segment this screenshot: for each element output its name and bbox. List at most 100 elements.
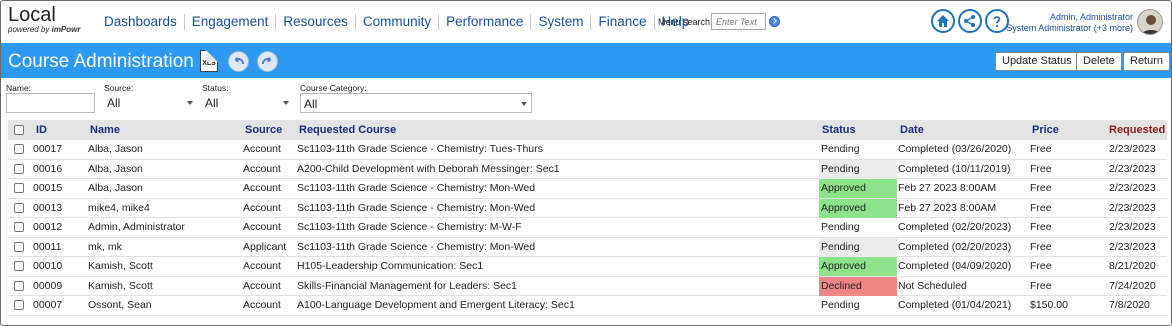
logo-brand: imPowr: [51, 25, 81, 34]
cell-date: Completed (03/26/2020): [898, 143, 1012, 155]
top-nav: Local powered by imPowr Dashboards Engag…: [1, 1, 1171, 43]
table-row[interactable]: 00013 mike4, mike4 Account Sc1103-11th Grad…: [8, 198, 1167, 218]
cell-date: Completed (10/11/2019): [898, 162, 1011, 175]
menu-item-system[interactable]: System: [531, 14, 592, 30]
logo-tagline-prefix: powered by: [8, 25, 52, 34]
table-row[interactable]: 00016 Alba, Jason Account A200-Child Develo…: [8, 159, 1167, 179]
cell-id: 00013: [33, 201, 63, 214]
col-header-status[interactable]: Status: [822, 124, 856, 136]
row-checkbox[interactable]: [14, 144, 24, 154]
category-filter-value: All: [304, 97, 318, 111]
cell-source: Account: [243, 279, 281, 292]
avatar[interactable]: [1137, 9, 1163, 35]
name-filter-input[interactable]: [6, 93, 95, 113]
category-filter-label: Course Category:: [300, 83, 367, 93]
cell-requested: 2/23/2023: [1109, 182, 1156, 194]
cell-id: 00011: [33, 240, 62, 253]
row-checkbox[interactable]: [14, 222, 24, 232]
row-checkbox[interactable]: [14, 300, 24, 310]
select-all-checkbox[interactable]: [14, 125, 24, 135]
menu-item-engagement[interactable]: Engagement: [185, 14, 277, 30]
table-row[interactable]: 00017 Alba, Jason Account Sc1103-11th Grade…: [8, 140, 1167, 160]
cell-course: Sc1103-11th Grade Science - Chemistry: M…: [297, 240, 536, 253]
col-header-id[interactable]: ID: [36, 124, 47, 136]
cell-name: Alba, Jason: [88, 162, 143, 175]
menu-item-community[interactable]: Community: [356, 14, 440, 30]
status-badge: Declined: [819, 276, 897, 296]
xls-label: XLS: [202, 60, 216, 67]
return-button[interactable]: Return: [1123, 52, 1171, 71]
chevron-down-icon: [187, 101, 193, 105]
cell-id: 00015: [33, 182, 63, 194]
user-role: System Administrator (+3 more): [1006, 23, 1133, 33]
col-header-course[interactable]: Requested Course: [299, 124, 396, 136]
cell-course: Sc1103-11th Grade Science - Chemistry: M…: [297, 201, 536, 214]
table-row[interactable]: 00011 mk, mk Applicant Sc1103-11th Grade Sc…: [8, 237, 1167, 257]
table-row[interactable]: 00007 Ossont, Sean Account A100-Language De…: [8, 296, 1167, 316]
update-status-button[interactable]: Update Status: [995, 52, 1079, 71]
row-checkbox[interactable]: [14, 183, 24, 193]
cell-name: Ossont, Sean: [88, 299, 152, 311]
delete-button[interactable]: Delete: [1076, 52, 1122, 71]
col-header-source[interactable]: Source: [245, 124, 282, 136]
cell-course: A200-Child Development with Deborah Mess…: [297, 162, 560, 175]
status-badge: Pending: [819, 159, 897, 179]
cell-name: Kamish, Scott: [88, 279, 153, 292]
row-checkbox[interactable]: [14, 202, 24, 213]
user-info[interactable]: Admin, Administrator System Administrato…: [1006, 12, 1133, 34]
table-row[interactable]: 00015 Alba, Jason Account Sc1103-11th Grade…: [8, 179, 1167, 199]
category-filter-select[interactable]: All: [300, 93, 532, 113]
table-row[interactable]: 00009 Kamish, Scott Account Skills-Financia…: [8, 276, 1167, 296]
col-header-date[interactable]: Date: [900, 124, 924, 136]
refresh-icon[interactable]: [257, 51, 278, 72]
col-header-requested[interactable]: Requested: [1109, 124, 1165, 136]
menu-item-performance[interactable]: Performance: [439, 14, 532, 30]
cell-price: Free: [1030, 221, 1052, 233]
row-checkbox[interactable]: [14, 163, 24, 174]
col-header-name[interactable]: Name: [90, 124, 120, 136]
cell-source: Account: [243, 299, 281, 311]
cell-price: $150.00: [1030, 299, 1068, 311]
search-go-icon[interactable]: [769, 16, 780, 27]
share-icon[interactable]: [958, 9, 982, 33]
cell-course: Skills-Financial Management for Leaders:…: [297, 279, 518, 292]
cell-course: A100-Language Development and Emergent L…: [297, 299, 575, 311]
source-filter-select[interactable]: All: [104, 93, 197, 113]
status-filter-select[interactable]: All: [202, 93, 293, 113]
cell-requested: 2/23/2023: [1109, 201, 1156, 214]
cell-id: 00017: [33, 143, 63, 155]
cell-price: Free: [1030, 279, 1052, 292]
top-icon-group: [931, 9, 1009, 33]
status-badge: Pending: [819, 237, 897, 257]
menu-search-label: Menu search:: [658, 17, 713, 27]
cell-date: Completed (02/20/2023): [898, 240, 1012, 253]
cell-id: 00009: [33, 279, 63, 292]
logo[interactable]: Local powered by imPowr: [8, 5, 81, 35]
status-badge: Approved: [819, 257, 897, 276]
menu-search-input[interactable]: [711, 13, 766, 30]
table-row[interactable]: 00012 Admin, Administrator Account Sc1103-1…: [8, 218, 1167, 238]
cell-course: Sc1103-11th Grade Science - Chemistry: M…: [297, 221, 522, 233]
row-checkbox[interactable]: [14, 241, 24, 252]
cell-price: Free: [1030, 201, 1052, 214]
page-title: Course Administration: [8, 51, 194, 72]
cell-id: 00007: [33, 299, 63, 311]
menu-item-finance[interactable]: Finance: [591, 14, 655, 30]
cell-source: Account: [243, 201, 281, 214]
col-header-price[interactable]: Price: [1032, 124, 1059, 136]
table-row[interactable]: 00010 Kamish, Scott Account H105-Leadership…: [8, 257, 1167, 277]
cell-name: Kamish, Scott: [88, 260, 153, 272]
menu-item-resources[interactable]: Resources: [276, 14, 356, 30]
cell-requested: 2/23/2023: [1109, 162, 1156, 175]
xls-export-icon[interactable]: XLS: [200, 50, 218, 72]
cell-requested: 8/21/2020: [1109, 260, 1156, 272]
menu-item-dashboards[interactable]: Dashboards: [97, 14, 185, 30]
cell-requested: 2/23/2023: [1109, 221, 1156, 233]
row-checkbox[interactable]: [14, 261, 24, 271]
row-checkbox[interactable]: [14, 280, 24, 291]
back-arrow-icon[interactable]: [228, 51, 249, 72]
home-icon[interactable]: [931, 9, 955, 33]
cell-date: Completed (02/20/2023): [898, 221, 1012, 233]
cell-requested: 2/23/2023: [1109, 143, 1156, 155]
cell-date: Feb 27 2023 8:00AM: [898, 201, 997, 214]
